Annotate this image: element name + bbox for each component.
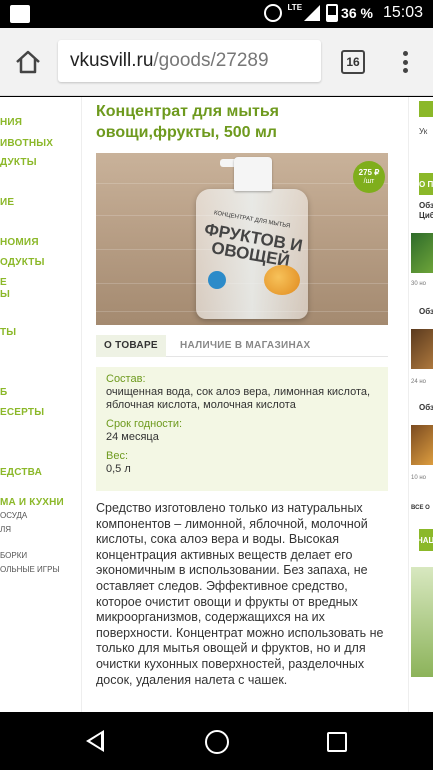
- spec-shelf-life: Срок годности: 24 месяца: [106, 418, 378, 444]
- product-image[interactable]: КОНЦЕНТРАТ ДЛЯ МЫТЬЯ ФРУКТОВ И ОВОЩЕЙ 27…: [96, 153, 388, 325]
- sidebar-item[interactable]: НИЯ: [0, 117, 80, 128]
- url-path: /goods/27289: [153, 50, 269, 71]
- product-main: Концентрат для мытья овощи,фрукты, 500 м…: [82, 97, 408, 712]
- sidebar-item[interactable]: Б: [0, 387, 80, 398]
- right-promo-thumb[interactable]: [411, 567, 433, 677]
- sidebar-item[interactable]: ТЫ: [0, 327, 80, 338]
- right-item-thumb[interactable]: [411, 329, 433, 369]
- sidebar-subitem[interactable]: ЛЯ: [0, 525, 80, 534]
- sidebar-item[interactable]: Ы: [0, 289, 80, 300]
- menu-icon[interactable]: [398, 48, 412, 76]
- price-unit: /шт: [363, 178, 375, 185]
- right-item-title[interactable]: Циб: [419, 211, 433, 220]
- price-badge: 275 ₽ /шт: [353, 161, 385, 193]
- sidebar-item[interactable]: Е: [0, 277, 80, 288]
- home-icon[interactable]: [14, 48, 42, 76]
- product-description: Средство изготовлено только из натуральн…: [96, 501, 384, 687]
- spec-composition: Состав: очищенная вода, сок алоэ вера, л…: [106, 373, 378, 412]
- bottle-pump: [234, 157, 272, 191]
- right-all-link[interactable]: ВСЕ О: [411, 505, 430, 511]
- sidebar-item[interactable]: НОМИЯ: [0, 237, 80, 248]
- spec-value: 0,5 л: [106, 463, 131, 475]
- battery-icon: [326, 4, 339, 22]
- sidebar-subitem[interactable]: БОРКИ: [0, 551, 80, 560]
- sidebar-item[interactable]: МА И КУХНИ: [0, 497, 80, 508]
- spec-weight: Вес: 0,5 л: [106, 450, 378, 476]
- sidebar-subitem[interactable]: ОЛЬНЫЕ ИГРЫ: [0, 565, 80, 574]
- right-item-title[interactable]: Обз: [419, 403, 433, 412]
- sidebar-item[interactable]: ИВОТНЫХ: [0, 138, 80, 149]
- clock: 15:03: [382, 4, 423, 21]
- product-title: Концентрат для мытья овощи,фрукты, 500 м…: [96, 103, 279, 141]
- fruit-icon: [264, 265, 300, 295]
- right-item-date: 10 но: [411, 475, 426, 481]
- right-item-title[interactable]: Обз: [419, 201, 433, 210]
- right-sidebar: Ук О П Обз Циб 30 но Обз 24 но Обз 10 но…: [408, 97, 433, 712]
- tabs-icon[interactable]: 16: [341, 50, 365, 74]
- right-item-thumb[interactable]: [411, 233, 433, 273]
- spec-value: 24 месяца: [106, 431, 159, 443]
- spec-value: очищенная вода, сок алоэ вера, лимонная …: [106, 386, 371, 411]
- spec-label: Срок годности:: [106, 418, 183, 430]
- browser-toolbar: vkusvill.ru/goods/27289 16: [0, 28, 433, 96]
- sidebar-subitem[interactable]: ОСУДА: [0, 511, 80, 520]
- web-page: НИЯ ИВОТНЫХ ДУКТЫ ИЕ НОМИЯ ОДУКТЫ Е Ы ТЫ…: [0, 97, 433, 712]
- battery-percent: 36 %: [341, 5, 373, 21]
- sidebar-item[interactable]: ОДУКТЫ: [0, 257, 80, 268]
- lte-label: LTE: [287, 2, 303, 12]
- right-item-date: 30 но: [411, 281, 426, 287]
- right-item-date: 24 но: [411, 379, 426, 385]
- right-section2-header: НАЦ: [417, 536, 433, 545]
- battery-fill: [328, 14, 337, 20]
- status-icons: LTE 36 % 15:03: [263, 2, 423, 22]
- product-tabs: О ТОВАРЕ НАЛИЧИЕ В МАГАЗИНАХ: [96, 335, 388, 357]
- right-select[interactable]: Ук: [419, 127, 427, 136]
- url-bar[interactable]: vkusvill.ru/goods/27289: [58, 40, 321, 82]
- home-circle-icon[interactable]: [205, 730, 229, 754]
- status-bar: LTE 36 % 15:03: [0, 0, 433, 28]
- system-nav-bar: [0, 712, 433, 770]
- signal-icon: [304, 5, 321, 21]
- spec-label: Вес:: [106, 450, 129, 462]
- right-section-header: О П: [419, 180, 433, 189]
- category-sidebar: НИЯ ИВОТНЫХ ДУКТЫ ИЕ НОМИЯ ОДУКТЫ Е Ы ТЫ…: [0, 97, 82, 712]
- sidebar-item[interactable]: ЕСЕРТЫ: [0, 407, 80, 418]
- right-item-title[interactable]: Обз: [419, 307, 433, 316]
- right-banner: [419, 101, 433, 117]
- sidebar-item[interactable]: ДУКТЫ: [0, 157, 80, 168]
- spec-label: Состав:: [106, 373, 146, 385]
- url-domain: vkusvill.ru: [70, 50, 154, 71]
- sidebar-item[interactable]: ЕДСТВА: [0, 467, 80, 478]
- back-icon-inner: [90, 734, 101, 748]
- tab-about[interactable]: О ТОВАРЕ: [96, 335, 166, 357]
- right-item-thumb[interactable]: [411, 425, 433, 465]
- recent-apps-icon[interactable]: [327, 732, 347, 752]
- alarm-icon: [263, 4, 282, 22]
- product-specs: Состав: очищенная вода, сок алоэ вера, л…: [96, 367, 388, 491]
- bottle-badge-icon: [208, 271, 226, 289]
- tab-availability[interactable]: НАЛИЧИЕ В МАГАЗИНАХ: [172, 335, 319, 357]
- sidebar-item[interactable]: ИЕ: [0, 197, 80, 208]
- price-value: 275 ₽: [358, 168, 380, 177]
- battery-indicator: 36 %: [326, 4, 373, 22]
- notification-icon: [10, 5, 30, 23]
